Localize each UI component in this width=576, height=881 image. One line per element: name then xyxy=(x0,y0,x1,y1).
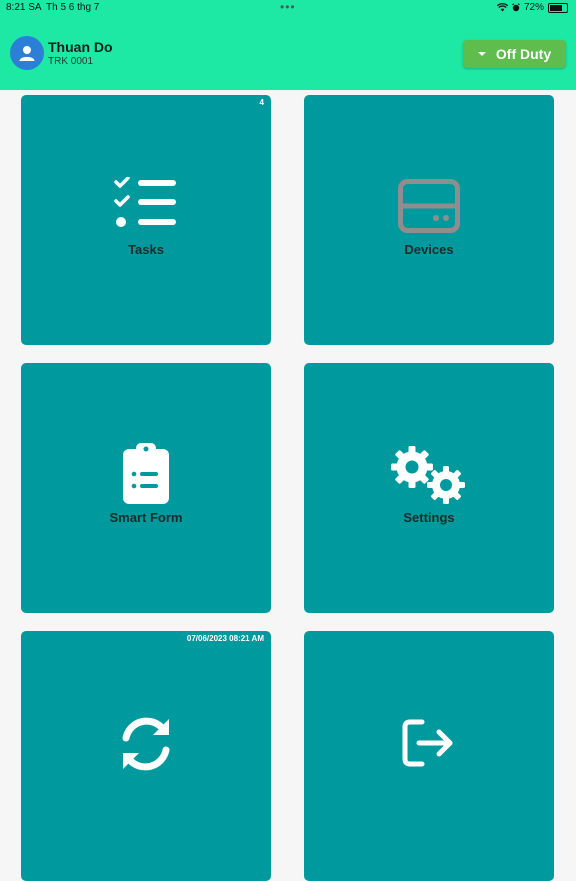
tile-logout[interactable] xyxy=(304,631,554,881)
tile-devices-label: Devices xyxy=(404,242,454,257)
duty-status-button[interactable]: Off Duty xyxy=(463,40,566,68)
status-indicators: 72% xyxy=(496,2,568,13)
battery-icon xyxy=(548,2,568,13)
tile-tasks-label: Tasks xyxy=(128,242,164,257)
task-list-icon xyxy=(114,177,176,227)
avatar[interactable] xyxy=(10,36,44,70)
last-sync-time: 07/06/2023 08:21 AM xyxy=(186,634,264,643)
duty-status-label: Off Duty xyxy=(495,46,552,62)
sync-icon xyxy=(122,717,170,771)
device-icon xyxy=(398,179,460,233)
wifi-icon xyxy=(496,3,508,12)
gears-icon xyxy=(391,446,465,504)
user-icon xyxy=(19,46,35,61)
tile-settings-label: Settings xyxy=(403,510,455,525)
status-bar: 8:21 SA Th 5 6 thg 7 ••• 72% xyxy=(0,0,576,16)
clipboard-icon xyxy=(123,443,169,504)
tile-settings[interactable]: Settings xyxy=(304,363,554,613)
user-code: TRK 0001 xyxy=(48,56,94,67)
status-date: Th 5 6 thg 7 xyxy=(46,2,100,13)
tile-devices[interactable]: Devices xyxy=(304,95,554,345)
battery-percent: 72% xyxy=(523,2,544,13)
logout-icon xyxy=(402,719,453,767)
user-name: Thuan Do xyxy=(48,39,113,55)
tile-sync[interactable]: 07/06/2023 08:21 AM xyxy=(21,631,271,881)
multitask-dots-icon[interactable]: ••• xyxy=(280,0,296,14)
tile-smart-form[interactable]: Smart Form xyxy=(21,363,271,613)
caret-down-icon xyxy=(477,52,486,56)
tasks-count-badge: 4 xyxy=(259,98,264,107)
app-header: 8:21 SA Th 5 6 thg 7 ••• 72% Thuan Do TR… xyxy=(0,0,576,90)
alarm-icon xyxy=(512,3,520,12)
status-time: 8:21 SA xyxy=(6,2,42,13)
tile-smart-form-label: Smart Form xyxy=(109,510,183,525)
tile-tasks[interactable]: 4 Tasks xyxy=(21,95,271,345)
